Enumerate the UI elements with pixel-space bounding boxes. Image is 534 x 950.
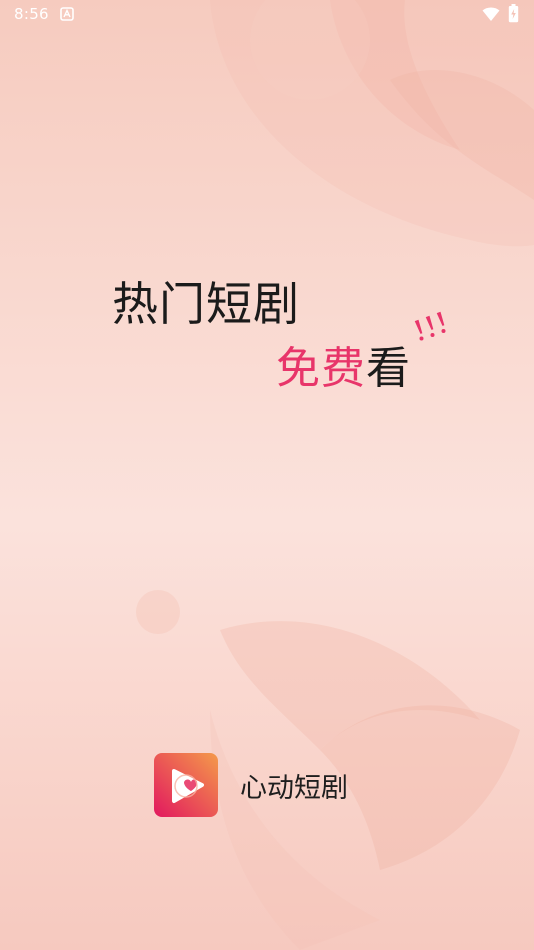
- wifi-icon: [482, 7, 500, 21]
- headline-line-1: 热门短剧: [112, 277, 300, 331]
- background-petal-top: [210, 0, 534, 247]
- app-logo: [154, 753, 218, 817]
- headline-line-2: 免费看: [276, 342, 411, 396]
- notification-a-icon: [60, 7, 74, 21]
- headline-highlight: 免费: [276, 343, 366, 394]
- battery-icon: [508, 4, 519, 23]
- exclamation-marks-icon: [414, 311, 446, 341]
- headline-rest: 看: [366, 343, 411, 394]
- brand-footer: 心动短剧: [154, 752, 348, 818]
- splash-screen: 8:56 热门短剧 免费看 心动短剧: [0, 0, 534, 950]
- play-heart-logo-icon: [154, 753, 218, 817]
- status-time: 8:56: [14, 5, 49, 23]
- status-bar: 8:56: [0, 0, 534, 28]
- app-name: 心动短剧: [240, 772, 348, 804]
